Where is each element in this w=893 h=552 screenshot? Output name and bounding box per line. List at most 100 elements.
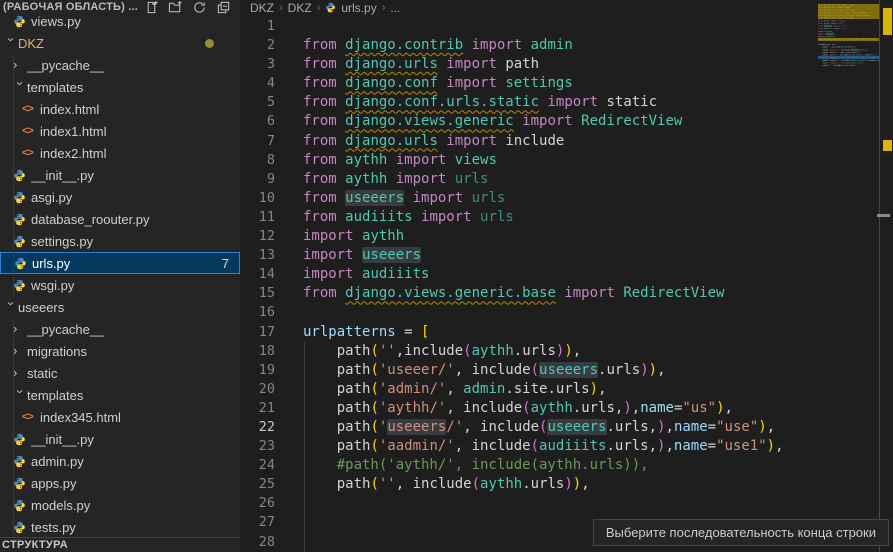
code-line-28[interactable] (818, 72, 879, 75)
outline-section-header[interactable]: СТРУКТУРА (0, 537, 240, 552)
code-line-8[interactable]: from aythh import views (303, 151, 784, 170)
sidebar-item-index345-html[interactable]: <>index345.html (0, 406, 240, 428)
problems-badge: 7 (222, 256, 229, 271)
chevron-right-icon: › (13, 366, 27, 380)
python-icon (13, 15, 31, 28)
code-line-22[interactable]: path('useeers/', include(useeers.urls,),… (303, 418, 784, 437)
code-line-11[interactable]: from audiiits import urls (303, 208, 784, 227)
code-line-17[interactable]: urlpatterns = [ (303, 323, 784, 342)
html-icon: <> (22, 125, 40, 137)
sidebar-item-index2-html[interactable]: <>index2.html (0, 142, 240, 164)
sidebar-item-models-py[interactable]: models.py (0, 494, 240, 516)
line-number: 15 (240, 284, 275, 303)
code-line-2[interactable]: from django.contrib import admin (303, 36, 784, 55)
code-line-7[interactable]: from django.urls import include (303, 132, 784, 151)
python-icon (14, 257, 32, 270)
code-line-1[interactable] (303, 17, 784, 36)
sidebar-item-migrations[interactable]: ›migrations (0, 340, 240, 362)
minimap-current-line (818, 56, 879, 59)
line-number: 17 (240, 323, 275, 342)
code-line-12[interactable]: import aythh (303, 227, 784, 246)
line-number: 4 (240, 74, 275, 93)
breadcrumb-item[interactable]: DKZ (250, 1, 274, 15)
line-number: 7 (240, 132, 275, 151)
line-number: 13 (240, 246, 275, 265)
file-explorer: views.py›DKZ›__pycache__›templates<>inde… (0, 0, 240, 552)
python-icon (13, 499, 31, 512)
breadcrumb-item[interactable]: urls.py (341, 1, 376, 15)
file-label: useeers (18, 300, 64, 315)
collapse-all-icon[interactable] (216, 0, 231, 15)
sidebar-item--init-py[interactable]: __init__.py (0, 164, 240, 186)
sidebar-item-useeers[interactable]: ›useeers (0, 296, 240, 318)
sidebar-item-templates[interactable]: ›templates (0, 384, 240, 406)
code-line-24[interactable]: #path('aythh/', include(aythh.urls)), (303, 456, 784, 475)
line-number: 20 (240, 380, 275, 399)
sidebar-item-tests-py[interactable]: tests.py (0, 516, 240, 538)
minimap-warning-highlight (818, 38, 879, 41)
code-line-9[interactable]: from aythh import urls (303, 170, 784, 189)
new-folder-icon[interactable] (168, 0, 183, 15)
sidebar-item-admin-py[interactable]: admin.py (0, 450, 240, 472)
minimap[interactable]: from django.contrib import adminfrom dja… (818, 0, 879, 552)
python-icon (13, 455, 31, 468)
line-number: 6 (240, 112, 275, 131)
breadcrumb-item[interactable]: ... (390, 1, 400, 15)
sidebar-item-settings-py[interactable]: settings.py (0, 230, 240, 252)
file-label: database_roouter.py (31, 212, 150, 227)
code-line-18[interactable]: path('',include(aythh.urls)), (303, 342, 784, 361)
sidebar-item-index-html[interactable]: <>index.html (0, 98, 240, 120)
file-label: settings.py (31, 234, 93, 249)
sidebar-item-apps-py[interactable]: apps.py (0, 472, 240, 494)
code-line-20[interactable]: path('admin/', admin.site.urls), (303, 380, 784, 399)
code-line-15[interactable]: from django.views.generic.base import Re… (303, 284, 784, 303)
code-line-3[interactable]: from django.urls import path (303, 55, 784, 74)
line-number: 22 (240, 418, 275, 437)
code-line-5[interactable]: from django.conf.urls.static import stat… (303, 93, 784, 112)
line-number: 14 (240, 265, 275, 284)
file-label: index1.html (40, 124, 106, 139)
code-content[interactable]: from django.contrib import adminfrom dja… (303, 17, 784, 552)
line-number: 5 (240, 93, 275, 112)
line-number: 16 (240, 303, 275, 322)
file-label: tests.py (31, 520, 76, 535)
code-line-19[interactable]: path('useeer/', include(useeers.urls)), (303, 361, 784, 380)
new-file-icon[interactable] (144, 0, 159, 15)
sidebar-item-templates[interactable]: ›templates (0, 76, 240, 98)
code-line-23[interactable]: path('aadmin/', include(audiiits.urls,),… (303, 437, 784, 456)
code-line-25[interactable]: path('', include(aythh.urls)), (303, 475, 784, 494)
code-line-16[interactable] (303, 303, 784, 322)
code-line-6[interactable]: from django.views.generic import Redirec… (303, 112, 784, 131)
sidebar-item--pycache-[interactable]: ›__pycache__ (0, 54, 240, 76)
eol-tooltip: Выберите последовательность конца строки (593, 519, 889, 546)
sidebar-item-dkz[interactable]: ›DKZ (0, 32, 240, 54)
sidebar-item-static[interactable]: ›static (0, 362, 240, 384)
sidebar-item--pycache-[interactable]: ›__pycache__ (0, 318, 240, 340)
code-line-26[interactable] (303, 494, 784, 513)
explorer-section-header[interactable]: (РАБОЧАЯ ОБЛАСТЬ) ... (0, 0, 240, 14)
file-label: __init__.py (31, 432, 94, 447)
code-line-13[interactable]: import useeers (303, 246, 784, 265)
line-number: 8 (240, 151, 275, 170)
code-line-21[interactable]: path('aythh/', include(aythh.urls,),name… (303, 399, 784, 418)
line-number: 18 (240, 342, 275, 361)
sidebar-item-index1-html[interactable]: <>index1.html (0, 120, 240, 142)
sidebar-item-urls-py[interactable]: urls.py 7 (0, 252, 240, 274)
sidebar-item--init-py[interactable]: __init__.py (0, 428, 240, 450)
code-line-14[interactable]: import audiiits (303, 265, 784, 284)
code-line-10[interactable]: from useeers import urls (303, 189, 784, 208)
line-number: 19 (240, 361, 275, 380)
line-number: 28 (240, 533, 275, 552)
sidebar-item-database-roouter-py[interactable]: database_roouter.py (0, 208, 240, 230)
python-icon (325, 2, 336, 13)
file-label: migrations (27, 344, 87, 359)
refresh-icon[interactable] (192, 0, 207, 15)
code-line-4[interactable]: from django.conf import settings (303, 74, 784, 93)
breadcrumb[interactable]: DKZ›DKZ›urls.py›... (240, 0, 400, 15)
file-label: urls.py (32, 256, 70, 271)
chevron-down-icon: › (13, 389, 27, 403)
sidebar-item-wsgi-py[interactable]: wsgi.py (0, 274, 240, 296)
line-number: 9 (240, 170, 275, 189)
sidebar-item-asgi-py[interactable]: asgi.py (0, 186, 240, 208)
breadcrumb-item[interactable]: DKZ (288, 1, 312, 15)
